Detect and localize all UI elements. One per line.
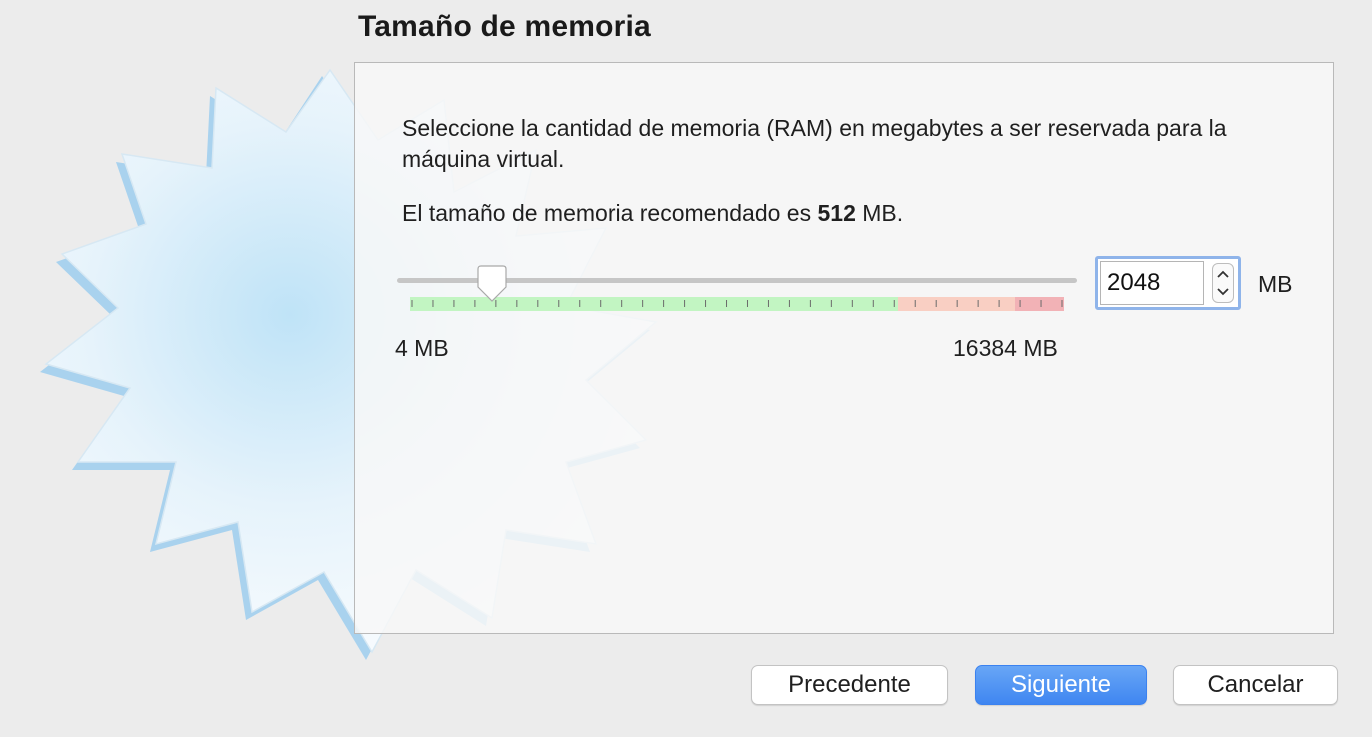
memory-settings-panel: Seleccione la cantidad de memoria (RAM) …: [354, 62, 1334, 634]
memory-spinner[interactable]: [1212, 263, 1234, 303]
memory-size-input[interactable]: [1100, 261, 1204, 305]
next-button[interactable]: Siguiente: [975, 665, 1147, 705]
recommended-memory-text: El tamaño de memoria recomendado es 512 …: [402, 198, 903, 229]
memory-unit-label: MB: [1258, 271, 1293, 297]
slider-min-label: 4 MB: [395, 335, 449, 361]
chevron-up-icon: [1217, 270, 1229, 278]
spinner-up-button[interactable]: [1213, 265, 1233, 283]
memory-description: Seleccione la cantidad de memoria (RAM) …: [402, 115, 1227, 172]
back-button[interactable]: Precedente: [751, 665, 948, 705]
spinner-down-button[interactable]: [1213, 283, 1233, 301]
cancel-button[interactable]: Cancelar: [1173, 665, 1338, 705]
chevron-down-icon: [1217, 288, 1229, 296]
recommended-suffix: MB.: [862, 200, 904, 226]
scale-zone-danger: [1015, 297, 1064, 311]
page-title: Tamaño de memoria: [358, 10, 651, 43]
slider-max-label: 16384 MB: [953, 335, 1058, 361]
recommended-prefix: El tamaño de memoria recomendado es: [402, 200, 812, 226]
recommended-value: 512: [817, 200, 856, 226]
memory-slider-thumb[interactable]: [474, 265, 510, 305]
